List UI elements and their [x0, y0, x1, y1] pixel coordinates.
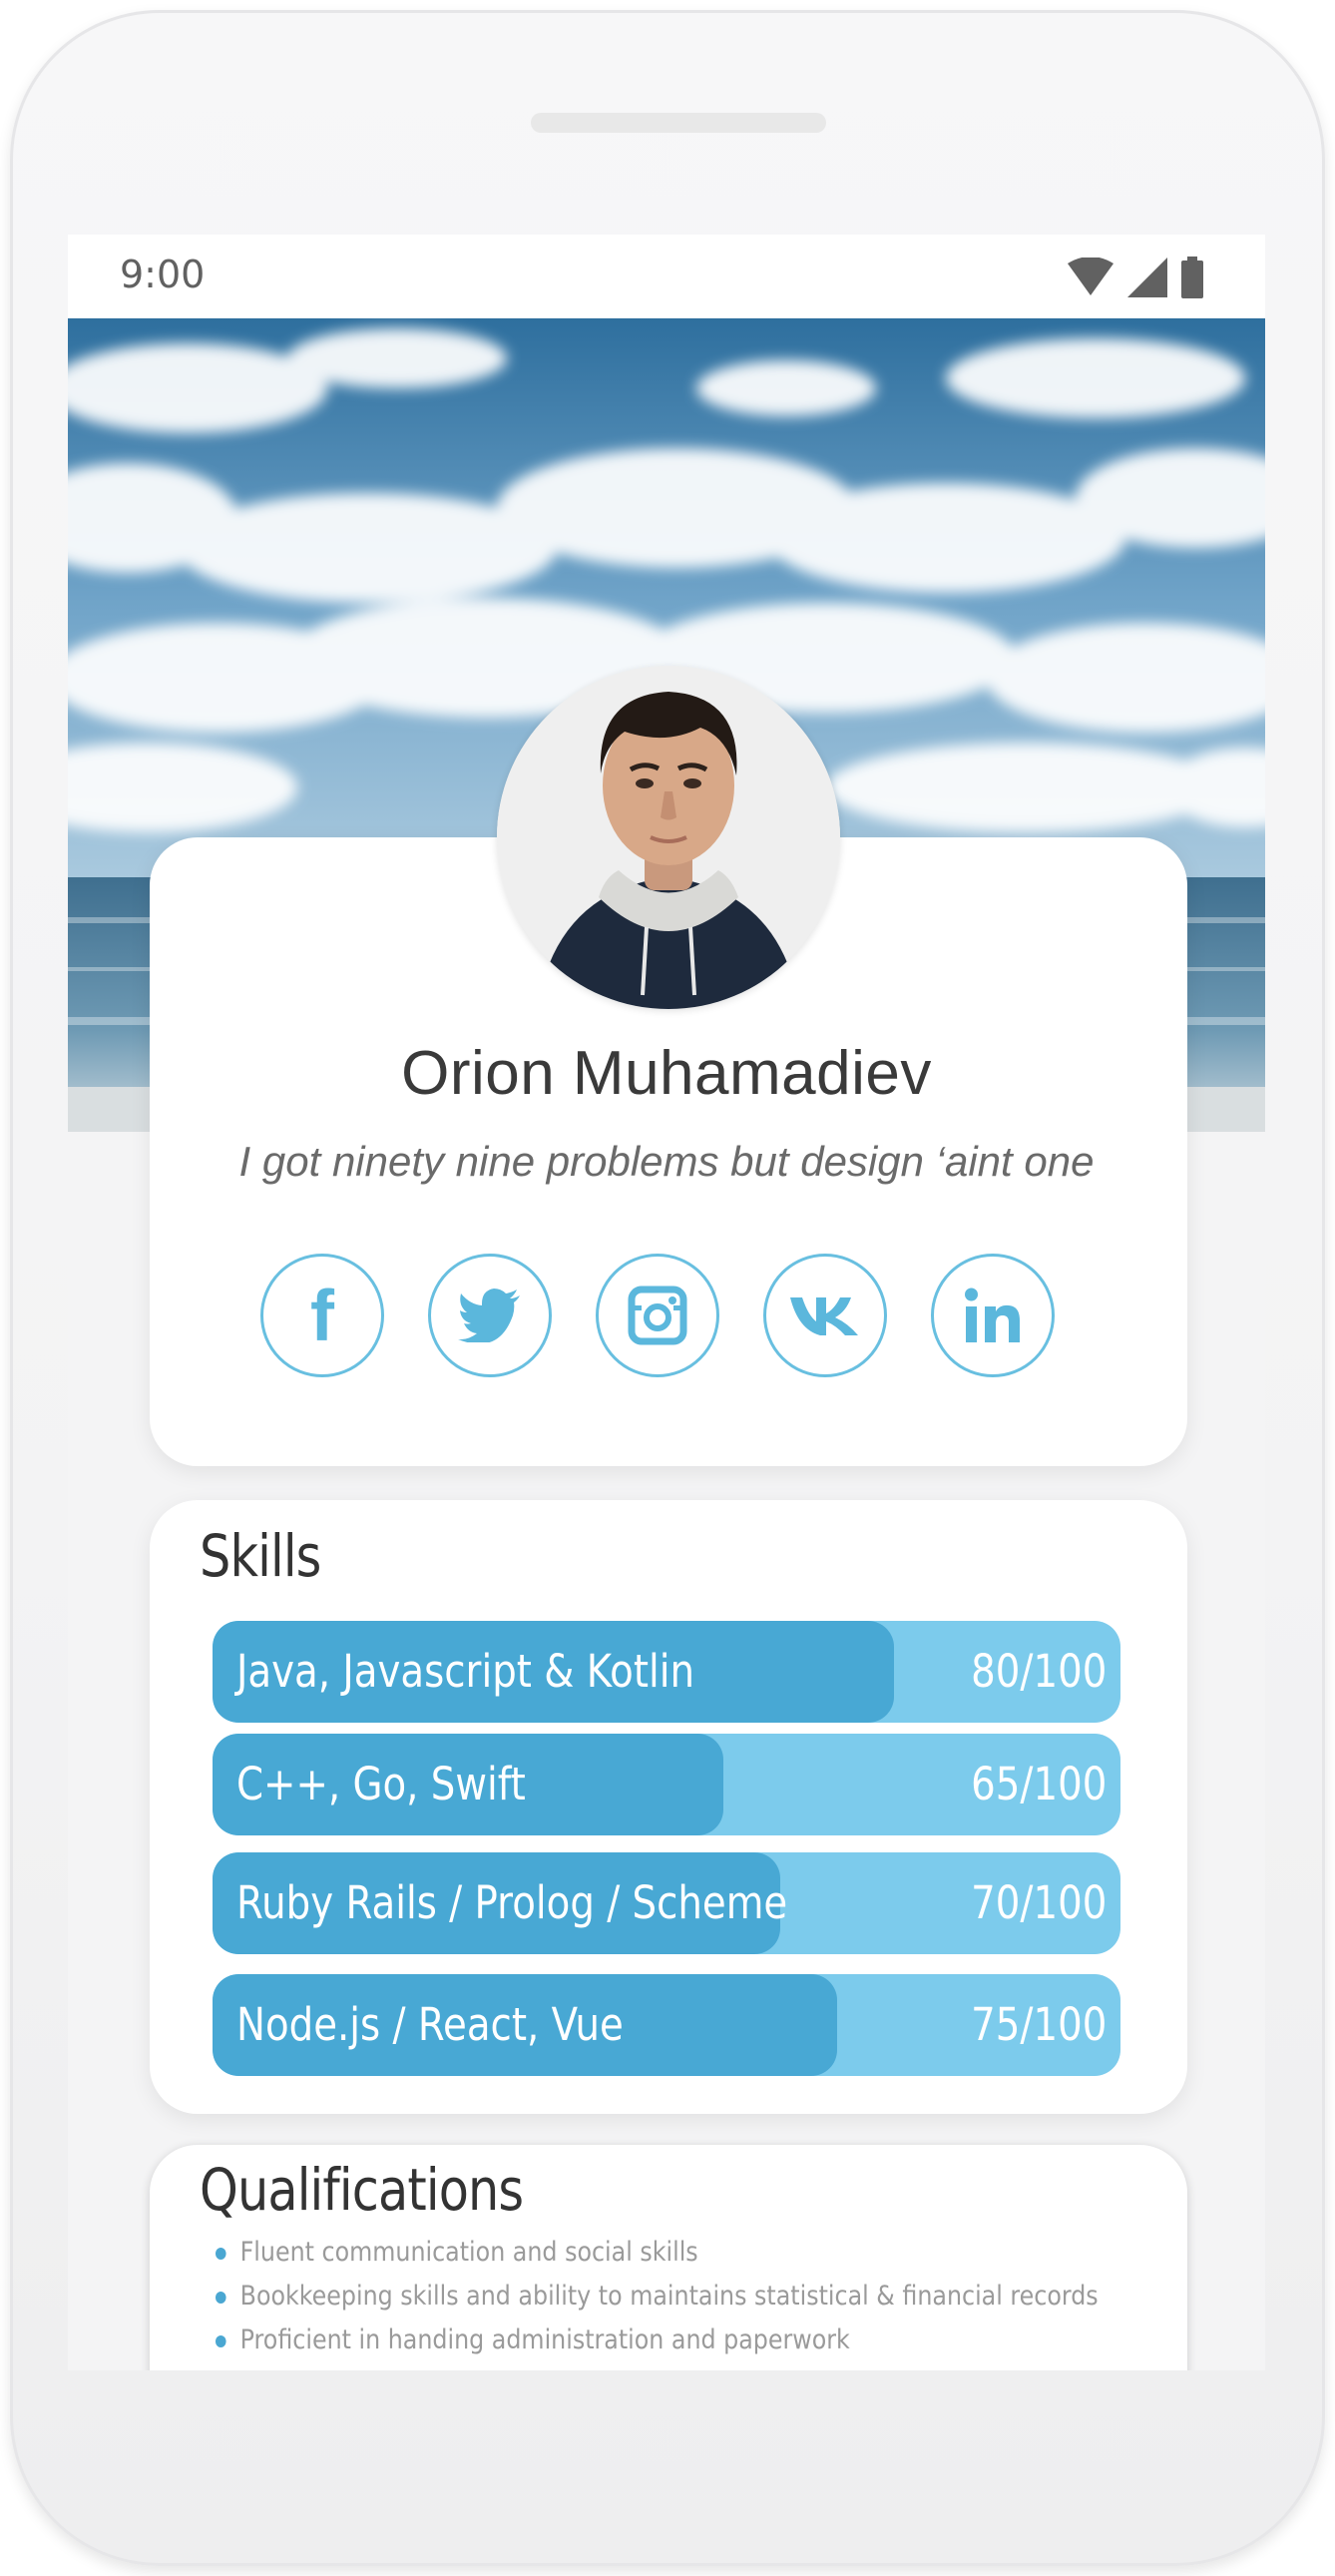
- skill-bar: Node.js / React, Vue 75/100: [213, 1974, 1120, 2076]
- facebook-icon: f: [310, 1281, 335, 1350]
- wifi-icon: [1068, 258, 1113, 295]
- skills-title: Skills: [200, 1522, 321, 1590]
- skill-label: C++, Go, Swift: [236, 1758, 526, 1810]
- phone-speaker: [531, 113, 826, 133]
- qualification-item: Proficient in handing administration and…: [216, 2318, 1099, 2362]
- qualifications-list: Fluent communication and social skills B…: [216, 2231, 1218, 2362]
- qualification-item: Bookkeeping skills and ability to mainta…: [216, 2275, 1099, 2318]
- status-icons: [1068, 257, 1203, 298]
- skill-bar: Ruby Rails / Prolog / Scheme 70/100: [213, 1852, 1120, 1954]
- skill-label: Java, Javascript & Kotlin: [236, 1645, 695, 1698]
- facebook-button[interactable]: f: [260, 1254, 384, 1377]
- svg-text:f: f: [310, 1281, 335, 1350]
- skill-label: Node.js / React, Vue: [236, 1998, 624, 2051]
- status-bar: 9:00: [68, 235, 1265, 318]
- profile-name: Orion Muhamadiev: [401, 1039, 932, 1108]
- avatar: [497, 666, 840, 1009]
- instagram-icon: [628, 1286, 687, 1345]
- profile-photo: [497, 666, 840, 1009]
- linkedin-button[interactable]: [931, 1254, 1055, 1377]
- status-time: 9:00: [120, 253, 206, 296]
- skill-bar: C++, Go, Swift 65/100: [213, 1734, 1120, 1835]
- skill-label: Ruby Rails / Prolog / Scheme: [236, 1876, 788, 1929]
- vk-button[interactable]: [763, 1254, 887, 1377]
- battery-icon: [1181, 257, 1203, 298]
- skill-value: 80/100: [970, 1645, 1107, 1698]
- skill-value: 75/100: [970, 1998, 1107, 2051]
- linkedin-icon: [965, 1288, 1020, 1342]
- skill-value: 70/100: [970, 1876, 1107, 1929]
- twitter-icon: [458, 1288, 520, 1342]
- skill-bar: Java, Javascript & Kotlin 80/100: [213, 1621, 1120, 1723]
- instagram-button[interactable]: [596, 1254, 719, 1377]
- twitter-button[interactable]: [428, 1254, 552, 1377]
- skill-value: 65/100: [970, 1758, 1107, 1810]
- vk-icon: [790, 1297, 858, 1335]
- profile-bio: I got ninety nine problems but design ‘a…: [238, 1138, 1095, 1185]
- social-links: f: [260, 1254, 1055, 1377]
- app-screen: 9:00 Orion Muhamadiev I got ninety nine …: [68, 235, 1265, 2370]
- qualifications-title: Qualifications: [200, 2156, 524, 2224]
- qualification-item: Fluent communication and social skills: [216, 2231, 1099, 2275]
- signal-icon: [1127, 258, 1167, 297]
